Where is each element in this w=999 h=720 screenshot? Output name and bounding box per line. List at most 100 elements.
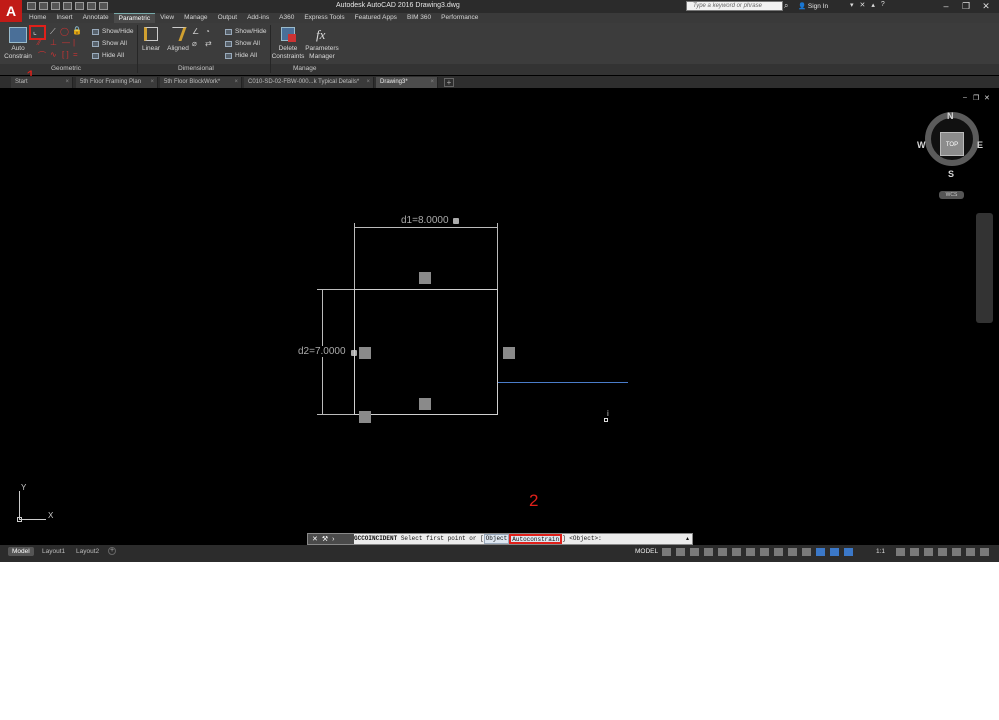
aligned-button[interactable]: Aligned — [164, 45, 192, 53]
compass-east[interactable]: E — [977, 140, 983, 150]
dimensional-show-all-button[interactable]: Show All — [225, 40, 260, 47]
close-tab-icon[interactable]: × — [366, 77, 370, 88]
new-icon[interactable] — [27, 2, 36, 10]
perpendicular-icon[interactable]: ⊥ — [50, 38, 57, 47]
dynamic-ucs-icon[interactable] — [816, 548, 825, 556]
binoculars-icon[interactable]: ⌕ — [784, 1, 794, 11]
fix-lock-icon[interactable]: 🔒 — [72, 26, 82, 35]
ribbon-tab-a360[interactable]: A360 — [274, 13, 299, 23]
lineweight-icon[interactable] — [774, 548, 783, 556]
dimensional-hide-all-button[interactable]: Hide All — [225, 52, 257, 59]
open-icon[interactable] — [39, 2, 48, 10]
grip-left[interactable] — [359, 347, 371, 359]
layout-tab-layout2[interactable]: Layout2 — [72, 547, 103, 556]
smooth-icon[interactable]: ∿ — [50, 50, 57, 59]
ribbon-tab-bim-360[interactable]: BIM 360 — [402, 13, 436, 23]
transparency-icon[interactable] — [788, 548, 797, 556]
document-tab[interactable]: 5th Floor Framing Plan × — [76, 77, 158, 88]
application-menu-button[interactable]: A — [0, 0, 22, 22]
drawing-canvas[interactable] — [0, 89, 999, 544]
layout-tab-model[interactable]: Model — [8, 547, 34, 556]
ribbon-tab-view[interactable]: View — [155, 13, 179, 23]
diameter-icon[interactable]: ⌀ — [192, 39, 197, 48]
collinear-icon[interactable]: ⟋ — [50, 27, 56, 37]
horizontal-icon[interactable]: — — [62, 38, 70, 47]
grip-bottom[interactable] — [419, 398, 431, 410]
layout-tab-layout1[interactable]: Layout1 — [38, 547, 69, 556]
viewcube-top-face[interactable]: TOP — [940, 132, 964, 156]
linear-icon[interactable] — [144, 27, 158, 41]
wcs-menu[interactable]: WCS — [939, 191, 964, 199]
geometric-show-hide-button[interactable]: Show/Hide — [92, 28, 133, 35]
viewport-restore-icon[interactable]: ❐ — [973, 94, 979, 102]
ribbon-tab-insert[interactable]: Insert — [51, 13, 77, 23]
cart-icon[interactable]: ▾ — [850, 1, 854, 9]
add-layout-button[interactable]: + — [108, 547, 116, 555]
viewport-close-icon[interactable]: ✕ — [984, 94, 990, 102]
compass-south[interactable]: S — [948, 169, 954, 179]
ribbon-tab-performance[interactable]: Performance — [436, 13, 483, 23]
rectangle-polyline[interactable] — [354, 289, 498, 415]
model-space-button[interactable]: MODEL — [635, 548, 658, 555]
viewport-minimize-icon[interactable]: – — [963, 94, 967, 101]
document-tab[interactable]: Drawing3* × — [376, 77, 438, 88]
grid-icon[interactable] — [662, 548, 671, 556]
ribbon-tab-manage[interactable]: Manage — [179, 13, 213, 23]
compass-west[interactable]: W — [917, 140, 926, 150]
minimize-icon[interactable]: – — [936, 0, 956, 12]
ribbon-tab-home[interactable]: Home — [24, 13, 51, 23]
linear-button[interactable]: Linear — [140, 45, 162, 53]
close-tab-icon[interactable]: × — [65, 77, 69, 88]
close-tab-icon[interactable]: × — [234, 77, 238, 88]
autoscale-icon[interactable] — [844, 548, 853, 556]
people-icon[interactable]: ▴ — [871, 1, 875, 9]
ribbon-tab-featured-apps[interactable]: Featured Apps — [350, 13, 402, 23]
close-tab-icon[interactable]: × — [150, 77, 154, 88]
otrack-icon[interactable] — [760, 548, 769, 556]
compass-north[interactable]: N — [947, 111, 954, 121]
snap-icon[interactable] — [676, 548, 685, 556]
close-tab-icon[interactable]: × — [430, 77, 434, 88]
annotation-monitor-icon[interactable] — [910, 548, 919, 556]
ortho-icon[interactable] — [704, 548, 713, 556]
customization-icon[interactable] — [980, 548, 989, 556]
command-line[interactable]: ✕ ⚒ › GCCOINCIDENT Select first point or… — [307, 533, 693, 545]
ribbon-tab-add-ins[interactable]: Add-ins — [242, 13, 274, 23]
workspace-gear-icon[interactable] — [896, 548, 905, 556]
save-icon[interactable] — [51, 2, 60, 10]
grip-corner[interactable] — [359, 411, 371, 423]
grip-right[interactable] — [503, 347, 515, 359]
delete-constraints-button[interactable]: Delete Constraints — [270, 45, 306, 61]
units-icon[interactable] — [924, 548, 933, 556]
redo-icon[interactable] — [99, 2, 108, 10]
navigation-bar[interactable] — [976, 213, 993, 323]
polar-icon[interactable] — [718, 548, 727, 556]
isodraft-icon[interactable] — [732, 548, 741, 556]
parallel-icon[interactable]: ⁄⁄ — [38, 38, 41, 47]
d2-dimension-text[interactable]: d2=7.0000 — [297, 346, 347, 357]
option-object[interactable]: Object — [483, 534, 510, 544]
restore-icon[interactable]: ❐ — [956, 0, 976, 12]
radial-icon[interactable]: ◔ — [205, 27, 210, 36]
document-tab[interactable]: 5th Floor BlockWork* × — [160, 77, 242, 88]
search-input[interactable]: Type a keyword or phrase — [686, 1, 783, 11]
document-tab[interactable]: C010-SD-02-FBW-000...k Typical Details* × — [244, 77, 374, 88]
hardware-acceleration-icon[interactable] — [952, 548, 961, 556]
exchange-icon[interactable]: ✕ — [860, 1, 866, 9]
parameters-manager-button[interactable]: Parameters Manager — [304, 45, 340, 61]
undo-icon[interactable] — [87, 2, 96, 10]
ribbon-tab-output[interactable]: Output — [213, 13, 243, 23]
equal-icon[interactable]: = — [73, 50, 78, 59]
save-as-icon[interactable] — [63, 2, 72, 10]
annotation-scale[interactable]: 1:1 — [876, 548, 885, 555]
geometric-hide-all-button[interactable]: Hide All — [92, 52, 124, 59]
ribbon-tab-annotate[interactable]: Annotate — [78, 13, 114, 23]
command-history-icon[interactable]: › — [332, 536, 334, 543]
infer-icon[interactable] — [690, 548, 699, 556]
dimensional-show-hide-button[interactable]: Show/Hide — [225, 28, 266, 35]
auto-constrain-icon[interactable] — [9, 27, 27, 43]
command-dropdown-icon[interactable]: ▴ — [686, 534, 689, 544]
symmetric-icon[interactable]: [ ] — [62, 50, 69, 59]
help-icon[interactable]: ? — [881, 1, 885, 9]
ribbon-tab-express-tools[interactable]: Express Tools — [299, 13, 349, 23]
